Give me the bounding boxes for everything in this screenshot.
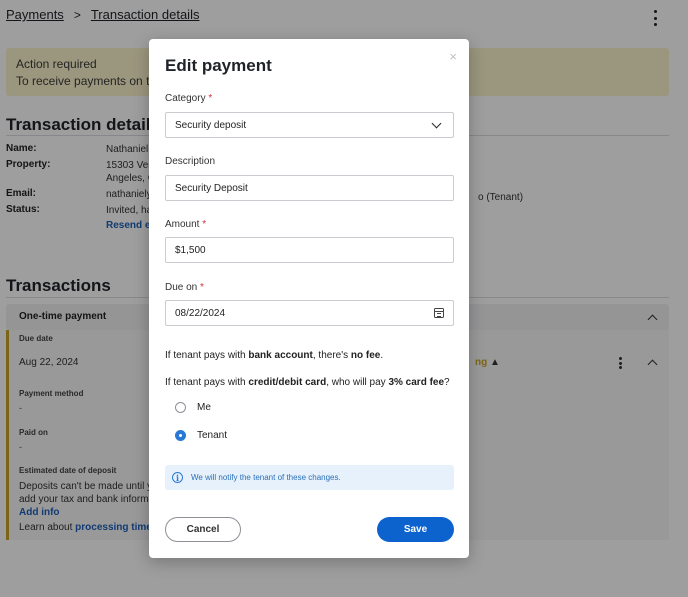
info-icon: i — [172, 472, 183, 483]
fee-payer-option-tenant[interactable]: Tenant — [175, 430, 227, 441]
category-value: Security deposit — [175, 119, 247, 131]
description-input[interactable]: Security Deposit — [165, 175, 454, 201]
cancel-button[interactable]: Cancel — [165, 517, 241, 542]
amount-label: Amount * — [165, 219, 207, 230]
card-fee-question: If tenant pays with credit/debit card, w… — [165, 377, 450, 388]
fee-payer-option-me[interactable]: Me — [175, 402, 211, 413]
calendar-icon[interactable] — [434, 308, 444, 318]
category-label: Category * — [165, 93, 213, 104]
edit-payment-modal: × Edit payment Category * Security depos… — [149, 39, 469, 558]
description-label: Description — [165, 156, 216, 167]
radio-button[interactable] — [175, 402, 186, 413]
due-on-label: Due on * — [165, 282, 204, 293]
amount-value: $1,500 — [175, 244, 206, 256]
due-on-value: 08/22/2024 — [175, 307, 226, 319]
notify-info-text: We will notify the tenant of these chang… — [191, 473, 341, 482]
option-label: Me — [197, 402, 211, 413]
option-label: Tenant — [197, 430, 228, 441]
close-icon[interactable]: × — [449, 50, 457, 63]
modal-title: Edit payment — [165, 56, 272, 75]
category-select[interactable]: Security deposit — [165, 112, 454, 138]
notify-info-banner: i We will notify the tenant of these cha… — [165, 465, 454, 490]
radio-button-selected[interactable] — [175, 430, 186, 441]
chevron-down-icon — [431, 118, 442, 128]
save-button[interactable]: Save — [377, 517, 454, 542]
bank-fee-note: If tenant pays with bank account, there'… — [165, 350, 384, 361]
due-on-date-input[interactable]: 08/22/2024 — [165, 300, 454, 326]
description-value: Security Deposit — [175, 182, 248, 194]
amount-input[interactable]: $1,500 — [165, 237, 454, 263]
